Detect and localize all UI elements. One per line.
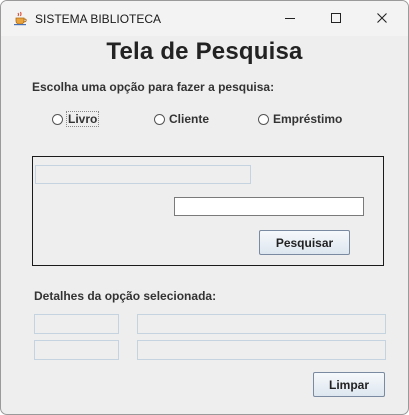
radio-emprestimo[interactable]: Empréstimo xyxy=(258,111,342,127)
radio-livro[interactable]: Livro xyxy=(52,111,100,127)
detail-field-1 xyxy=(34,314,119,334)
page-title: Tela de Pesquisa xyxy=(106,38,303,65)
details-label: Detalhes da opção selecionada: xyxy=(34,289,217,303)
search-prompt-label: Escolha uma opção para fazer a pesquisa: xyxy=(32,80,275,94)
title-bar[interactable]: SISTEMA BIBLIOTECA xyxy=(1,1,408,36)
close-icon xyxy=(376,9,388,28)
search-button[interactable]: Pesquisar xyxy=(259,230,350,255)
minimize-button[interactable] xyxy=(267,1,313,36)
close-button[interactable] xyxy=(359,1,405,36)
detail-field-2 xyxy=(137,314,386,334)
radio-circle-icon[interactable] xyxy=(154,113,165,125)
radio-cliente-label[interactable]: Cliente xyxy=(169,112,209,126)
detail-field-3 xyxy=(34,340,119,360)
radio-circle-icon[interactable] xyxy=(52,113,63,125)
detail-field-4 xyxy=(137,340,386,360)
minimize-icon xyxy=(284,9,296,28)
content-pane: Tela de Pesquisa Escolha uma opção para … xyxy=(1,36,408,414)
radio-cliente[interactable]: Cliente xyxy=(154,111,209,127)
radio-livro-label[interactable]: Livro xyxy=(65,111,100,127)
search-field-label xyxy=(35,165,251,184)
search-panel: Pesquisar xyxy=(32,156,384,266)
clear-button[interactable]: Limpar xyxy=(313,372,385,397)
radio-circle-icon[interactable] xyxy=(258,113,269,125)
maximize-icon xyxy=(330,9,342,28)
window-title: SISTEMA BIBLIOTECA xyxy=(35,12,162,26)
java-cup-icon xyxy=(13,11,28,26)
maximize-button[interactable] xyxy=(313,1,359,36)
search-input[interactable] xyxy=(174,197,364,216)
radio-emprestimo-label[interactable]: Empréstimo xyxy=(273,112,342,126)
app-window: SISTEMA BIBLIOTECA Tela de Pesquisa Esco… xyxy=(0,0,409,415)
